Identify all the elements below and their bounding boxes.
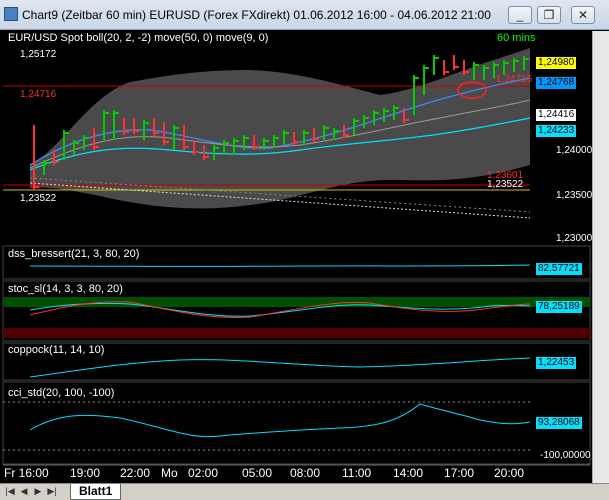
value-box-bollmid: 1,24416	[536, 109, 577, 121]
high-label: 1,25172	[20, 49, 57, 60]
stoc-oversold-zone	[3, 328, 590, 338]
stoc-label: stoc_sl(14, 3, 3, 80, 20)	[8, 283, 123, 295]
time-label: 08:00	[290, 466, 321, 480]
main-panel-header: EUR/USD Spot boll(20, 2, -2) move(50, 0)…	[8, 32, 269, 44]
inside-label-white: 1,23522	[487, 179, 524, 190]
prev-sheet-button[interactable]: ◀	[18, 485, 30, 497]
cci-label: cci_std(20, 100, -100)	[8, 387, 115, 399]
time-label: 11:00	[342, 466, 372, 480]
value-box-ma9: 1,24768	[536, 77, 577, 89]
first-sheet-button[interactable]: |◀	[4, 485, 16, 497]
time-label: Mo	[161, 466, 178, 480]
cci-extra-label: -100,00000	[540, 450, 591, 461]
time-label: 19:00	[70, 466, 101, 480]
scale-1-24000: 1,24000	[556, 145, 593, 156]
time-label: 14:00	[393, 466, 424, 480]
time-label: Fr 16:00	[4, 466, 49, 480]
next-sheet-button[interactable]: ▶	[32, 485, 44, 497]
stoc-value: 78,25189	[536, 301, 582, 313]
low-label: 1,23522	[20, 193, 57, 204]
time-label: 05:00	[242, 466, 273, 480]
sheet-tab-blatt1[interactable]: Blatt1	[70, 484, 122, 500]
sheet-bar: |◀ ◀ ▶ ▶| Blatt1	[0, 483, 609, 500]
time-label: 22:00	[120, 466, 151, 480]
value-box-ma50: 1,24233	[536, 125, 577, 137]
scale-1-23500: 1,23500	[556, 190, 593, 201]
time-label: 17:00	[444, 466, 475, 480]
last-sheet-button[interactable]: ▶|	[46, 485, 58, 497]
level-label: 1,24716	[20, 89, 57, 100]
cci-value: 93,28068	[536, 417, 582, 429]
scale-1-23000: 1,23000	[556, 233, 593, 244]
dss-value: 82,57721	[536, 263, 582, 275]
time-label: 20:00	[494, 466, 525, 480]
dss-label: dss_bressert(21, 3, 80, 20)	[8, 248, 140, 260]
coppock-value: 1,22453	[536, 357, 577, 369]
timeframe-label: 60 mins	[497, 32, 536, 44]
value-box-close: 1,24980	[536, 57, 577, 69]
vertical-scrollbar[interactable]	[592, 31, 609, 483]
time-label: 02:00	[188, 466, 219, 480]
right-red-label: 1,24716	[496, 74, 533, 85]
coppock-label: coppock(11, 14, 10)	[8, 344, 105, 356]
chart-window: Chart9 (Zeitbar 60 min) EURUSD (Forex FX…	[0, 0, 609, 500]
